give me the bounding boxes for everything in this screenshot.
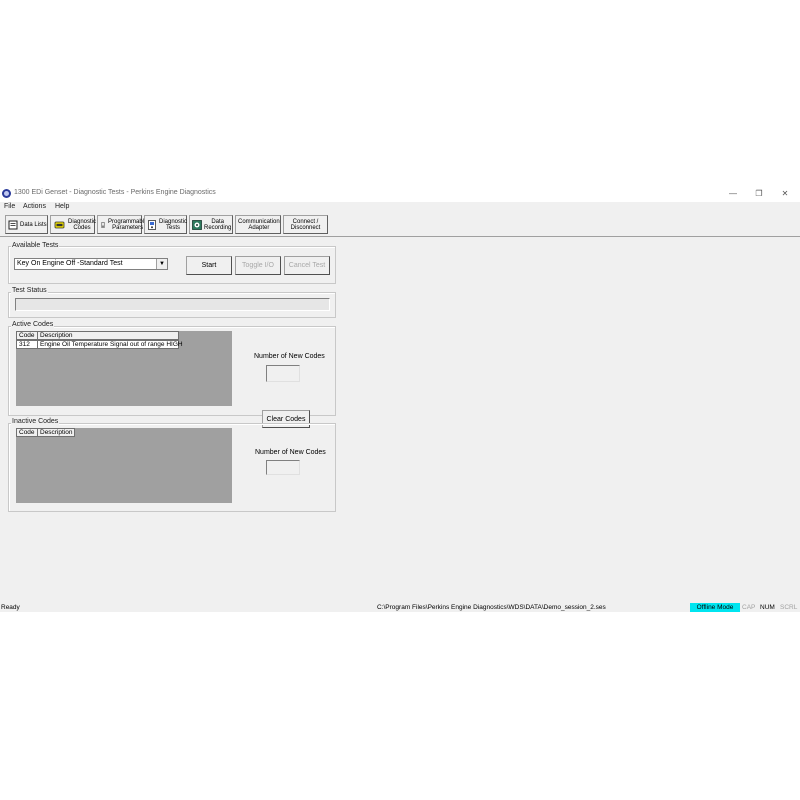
app-logo-icon <box>2 189 11 198</box>
menu-file[interactable]: File <box>4 203 15 210</box>
active-code-cell[interactable]: 312 <box>16 340 38 349</box>
connect-disconnect-line2: Disconnect <box>290 224 321 231</box>
status-offline-badge: Offline Mode <box>690 603 740 612</box>
active-new-codes-count <box>266 365 300 382</box>
data-recording-icon <box>192 219 202 230</box>
data-recording-label: Data Recording <box>204 219 231 231</box>
toggle-io-button[interactable]: Toggle I/O <box>235 256 281 275</box>
diagnostic-tests-label: Diagnostic Tests <box>159 219 187 231</box>
active-codes-col-description[interactable]: Description <box>37 331 179 340</box>
diagnostic-codes-label: Diagnostic Codes <box>68 219 96 231</box>
cancel-test-button[interactable]: Cancel Test <box>284 256 330 275</box>
programmable-parameters-line2: Parameters <box>112 224 144 231</box>
diagnostic-codes-button[interactable]: Diagnostic Codes <box>50 215 96 234</box>
diagnostic-tests-line2: Tests <box>166 224 181 231</box>
data-recording-button[interactable]: Data Recording <box>189 215 233 234</box>
menu-actions[interactable]: Actions <box>23 203 46 210</box>
test-select-value: Key On Engine Off -Standard Test <box>17 260 123 267</box>
connect-disconnect-label: Connect / Disconnect <box>286 219 325 231</box>
active-new-codes-label: Number of New Codes <box>254 353 325 360</box>
status-session-path: C:\Program Files\Perkins Engine Diagnost… <box>377 604 606 611</box>
status-scrl: SCRL <box>780 604 798 611</box>
chevron-down-icon[interactable]: ▼ <box>156 259 167 269</box>
minimize-button[interactable]: — <box>726 188 740 200</box>
diagnostic-tests-icon <box>148 219 156 230</box>
test-status-progress-bar <box>15 298 330 311</box>
active-codes-col-code[interactable]: Code <box>16 331 38 340</box>
inactive-codes-table[interactable] <box>16 428 232 503</box>
communication-adapter-line2: Adapter <box>248 224 270 231</box>
diagnostic-codes-line2: Codes <box>73 224 91 231</box>
start-button[interactable]: Start <box>186 256 232 275</box>
programmable-parameters-button[interactable]: Programmable Parameters <box>97 215 147 234</box>
active-description-cell[interactable]: Engine Oil Temperature Signal out of ran… <box>37 340 183 349</box>
diagnostic-tests-button[interactable]: Diagnostic Tests <box>144 215 187 234</box>
inactive-new-codes-count <box>266 460 300 475</box>
data-recording-line2: Recording <box>204 224 232 231</box>
inactive-codes-col-code[interactable]: Code <box>16 428 38 437</box>
window-title: 1300 EDi Genset - Diagnostic Tests - Per… <box>14 189 216 196</box>
programmable-parameters-label: Programmable Parameters <box>108 219 147 231</box>
available-tests-label: Available Tests <box>11 242 60 249</box>
status-cap: CAP <box>742 604 756 611</box>
data-lists-icon <box>8 220 18 229</box>
programmable-parameters-icon <box>101 221 105 228</box>
communication-adapter-button[interactable]: Communication Adapter <box>235 215 281 234</box>
data-lists-button[interactable]: Data Lists <box>5 215 48 234</box>
maximize-button[interactable]: ❐ <box>752 188 766 200</box>
menu-help[interactable]: Help <box>55 203 69 210</box>
status-num: NUM <box>760 604 775 611</box>
menu-bar <box>0 202 800 213</box>
inactive-codes-col-description[interactable]: Description <box>37 428 75 437</box>
close-button[interactable]: ✕ <box>778 188 792 200</box>
data-lists-label: Data Lists <box>20 221 47 228</box>
test-status-label: Test Status <box>11 287 48 294</box>
test-select-dropdown[interactable]: Key On Engine Off -Standard Test ▼ <box>14 258 168 270</box>
inactive-new-codes-label: Number of New Codes <box>255 449 326 456</box>
connect-disconnect-button[interactable]: Connect / Disconnect <box>283 215 328 234</box>
active-codes-label: Active Codes <box>11 321 55 328</box>
diagnostic-codes-icon <box>54 221 65 228</box>
inactive-codes-label: Inactive Codes <box>11 418 60 425</box>
status-ready: Ready <box>1 604 20 611</box>
communication-adapter-label: Communication Adapter <box>238 219 280 231</box>
